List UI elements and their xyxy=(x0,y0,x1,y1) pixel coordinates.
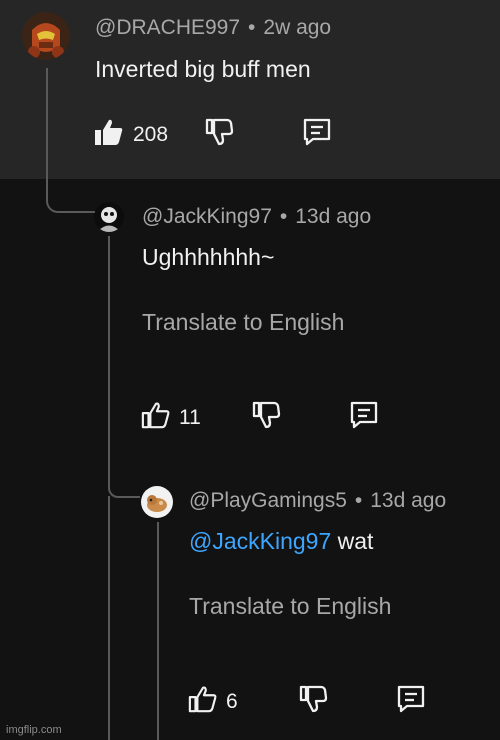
reply-button[interactable] xyxy=(395,684,427,719)
mention-link[interactable]: @JackKing97 xyxy=(189,528,331,554)
like-button[interactable]: 11 xyxy=(141,400,201,435)
comment-text-body: wat xyxy=(331,528,374,554)
comment-meta: @PlayGamings5 • 13d ago xyxy=(189,489,446,513)
thread-line xyxy=(108,496,110,740)
thread-line xyxy=(46,68,96,213)
thread-line xyxy=(157,522,159,740)
reply-icon xyxy=(301,117,333,152)
translate-link[interactable]: Translate to English xyxy=(142,309,344,336)
avatar[interactable] xyxy=(94,202,124,232)
like-button[interactable]: 6 xyxy=(188,684,238,719)
avatar[interactable] xyxy=(141,486,173,518)
comment-age: 2w ago xyxy=(263,16,332,39)
dislike-icon xyxy=(251,400,281,435)
comment-meta: @JackKing97 • 13d ago xyxy=(142,205,371,229)
comment-text: Ughhhhhhh~ xyxy=(142,244,275,270)
like-icon xyxy=(93,117,125,152)
dislike-button[interactable] xyxy=(204,117,234,152)
author-name[interactable]: @PlayGamings5 xyxy=(189,489,347,512)
thread-line xyxy=(108,236,140,498)
comment-text: Inverted big buff men xyxy=(95,56,311,82)
dislike-icon xyxy=(298,684,328,719)
reply-button[interactable] xyxy=(348,400,380,435)
watermark: imgflip.com xyxy=(6,724,62,736)
dislike-button[interactable] xyxy=(298,684,328,719)
comment-text: @JackKing97 wat xyxy=(189,528,373,555)
dislike-icon xyxy=(204,117,234,152)
dislike-button[interactable] xyxy=(251,400,281,435)
translate-link[interactable]: Translate to English xyxy=(189,593,391,620)
comment-age: 13d ago xyxy=(295,205,372,228)
reply-button[interactable] xyxy=(301,117,333,152)
separator-dot: • xyxy=(279,205,288,228)
like-button[interactable]: 208 xyxy=(93,117,168,152)
like-count: 11 xyxy=(179,405,201,429)
like-icon xyxy=(188,684,218,719)
like-count: 6 xyxy=(226,689,238,713)
reply-icon xyxy=(395,684,427,719)
separator-dot: • xyxy=(354,489,363,512)
author-name[interactable]: @DRACHE997 xyxy=(95,16,240,39)
comment-meta: @DRACHE997 • 2w ago xyxy=(95,16,331,40)
avatar[interactable] xyxy=(22,12,70,60)
separator-dot: • xyxy=(248,16,256,39)
reply-icon xyxy=(348,400,380,435)
author-name[interactable]: @JackKing97 xyxy=(142,205,272,228)
comment-age: 13d ago xyxy=(370,489,447,512)
like-count: 208 xyxy=(133,122,169,146)
like-icon xyxy=(141,400,171,435)
